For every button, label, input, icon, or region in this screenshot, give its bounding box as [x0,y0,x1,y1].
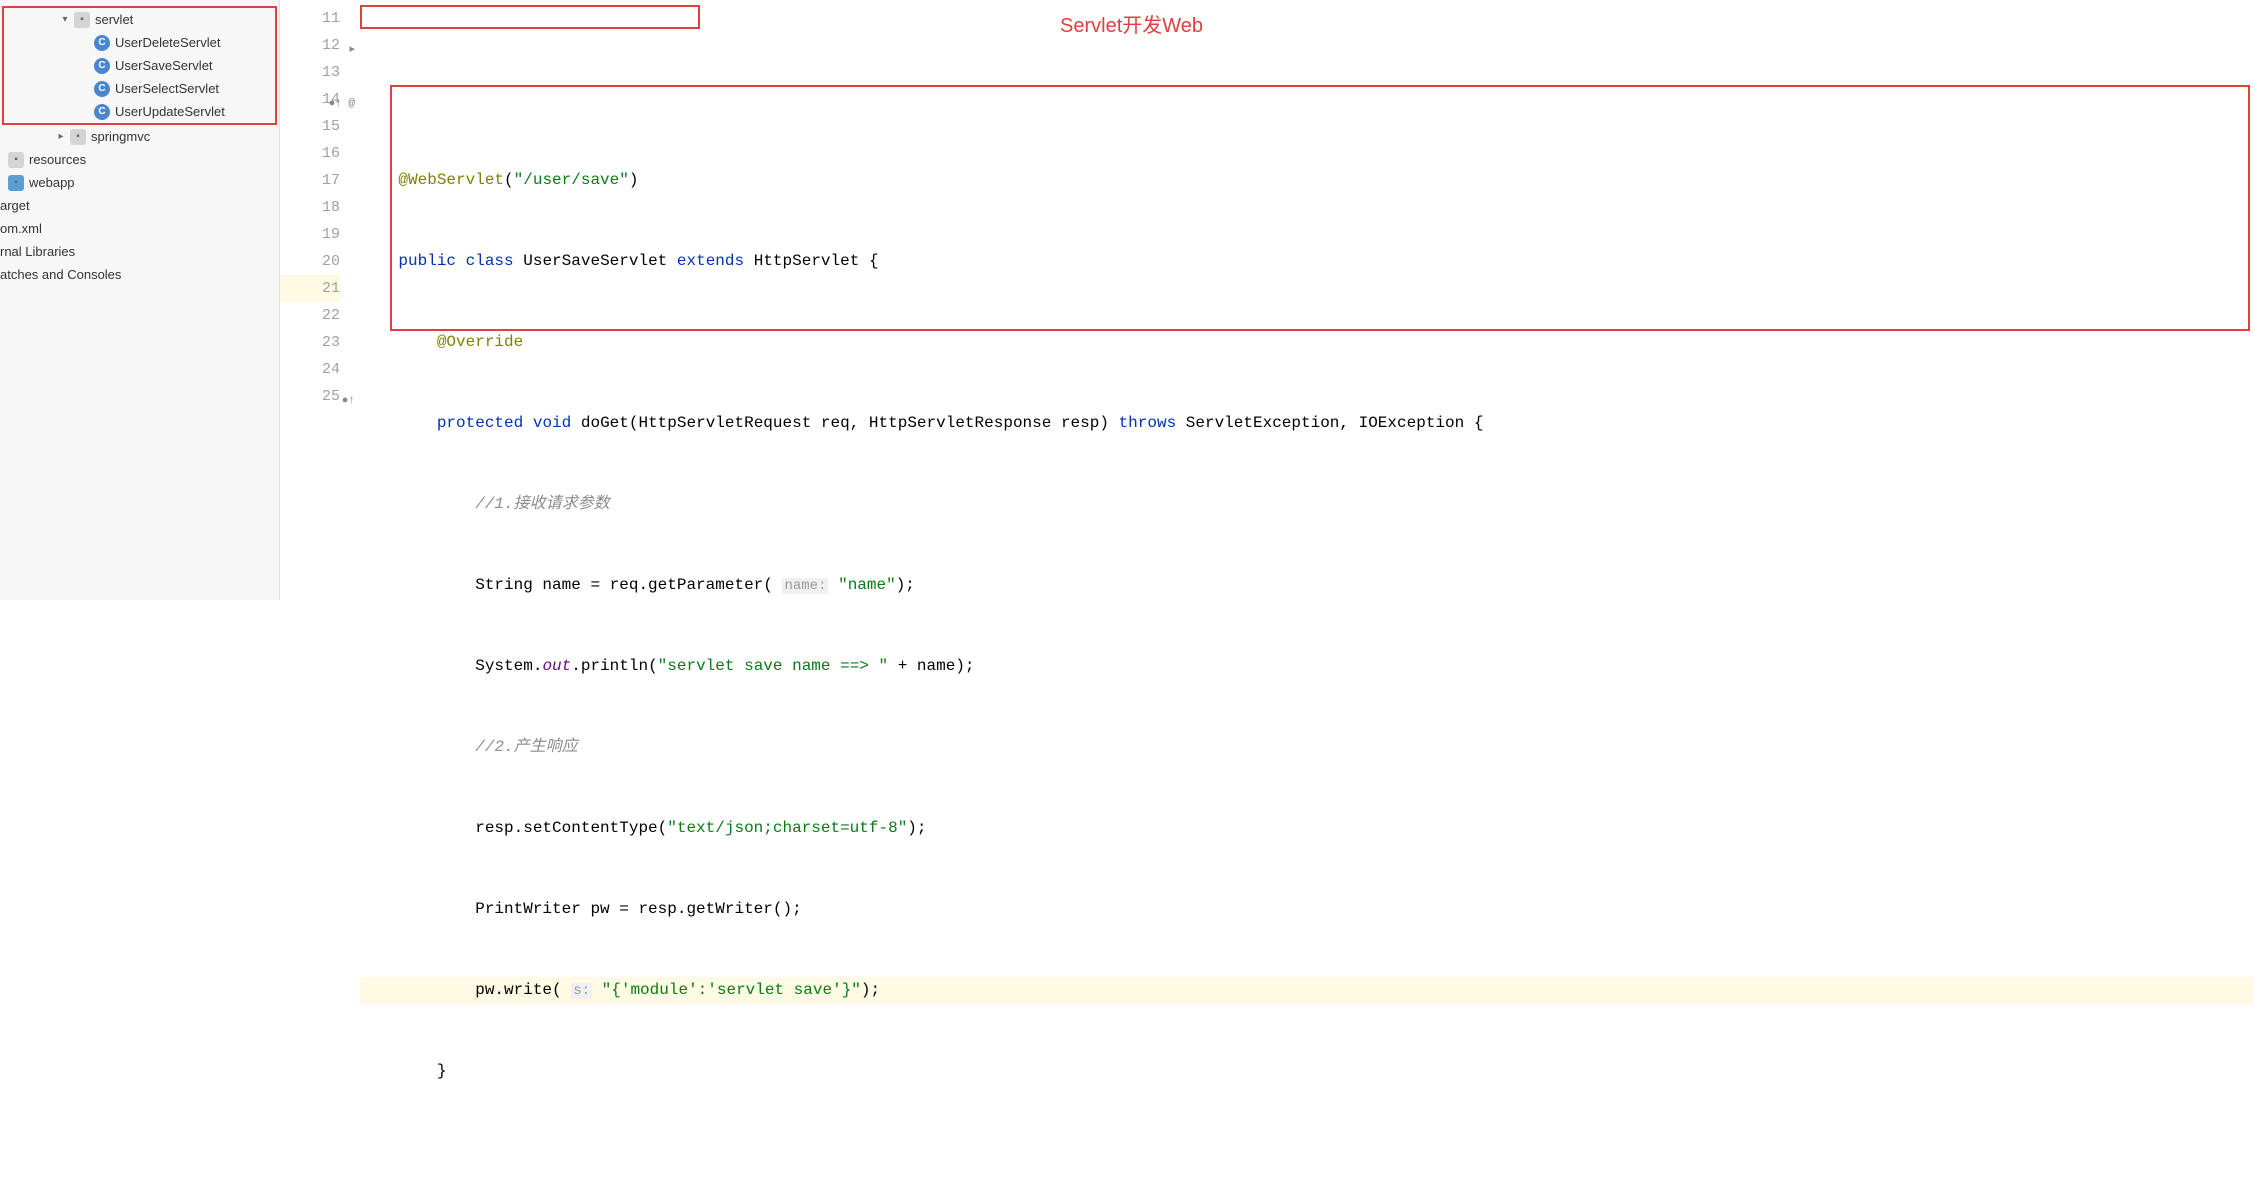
webapp-folder-icon: ▪ [8,175,24,191]
code-line-17: System.out.println("servlet save name ==… [360,653,2254,680]
line-number: 15 [280,113,340,140]
code-line-19: resp.setContentType("text/json;charset=u… [360,815,2254,842]
line-number: 11 [280,5,340,32]
line-number: 17 [280,167,340,194]
tree-file-userselectservlet[interactable]: C UserSelectServlet [4,77,275,100]
java-class-icon: C [94,104,110,120]
java-class-icon: C [94,81,110,97]
tree-folder-resources[interactable]: ▪ resources [0,148,279,171]
line-number: 25●↑ [280,383,340,410]
line-number: 12▸ [280,32,340,59]
annotation-highlight-box-2 [390,85,2250,331]
chevron-right-icon: ▸ [55,131,67,143]
line-number-gutter: 11 12▸ 13 14●↑ @ 15 16 17 18 19 20 21 22… [280,0,360,600]
line-number: 14●↑ @ [280,86,340,113]
line-number: 20 [280,248,340,275]
tree-file-userdeleteservlet[interactable]: C UserDeleteServlet [4,31,275,54]
tree-label: UserSelectServlet [115,81,219,96]
highlighted-tree-group: ▾ ▪ servlet C UserDeleteServlet C UserSa… [2,6,277,125]
code-line-18: //2.产生响应 [360,734,2254,761]
java-class-icon: C [94,58,110,74]
code-line-20: PrintWriter pw = resp.getWriter(); [360,896,2254,923]
code-editor[interactable]: 11 12▸ 13 14●↑ @ 15 16 17 18 19 20 21 22… [280,0,2254,600]
run-gutter-icon[interactable]: ▸ [349,37,355,64]
code-line-15: //1.接收请求参数 [360,491,2254,518]
annotation-text-label: Servlet开发Web [1060,13,1203,40]
line-number: 21 [280,275,340,302]
tree-label: UserSaveServlet [115,58,213,73]
line-number: 24 [280,356,340,383]
tree-file-usersaveservlet[interactable]: C UserSaveServlet [4,54,275,77]
tree-label: om.xml [0,221,42,236]
line-number: 19 [280,221,340,248]
annotation-highlight-box-1 [360,5,700,29]
tree-file-pom[interactable]: om.xml [0,217,279,240]
tree-label: resources [29,152,86,167]
tree-folder-webapp[interactable]: ▪ webapp [0,171,279,194]
code-content[interactable]: Servlet开发Web @WebServlet("/user/save") p… [360,0,2254,600]
folder-icon: ▪ [74,12,90,28]
tree-label: springmvc [91,129,150,144]
resources-folder-icon: ▪ [8,152,24,168]
line-number: 22 [280,302,340,329]
line-number: 18 [280,194,340,221]
code-line-12: public class UserSaveServlet extends Htt… [360,248,2254,275]
tree-file-userupdateservlet[interactable]: C UserUpdateServlet [4,100,275,123]
line-number: 23 [280,329,340,356]
project-tree-sidebar: ▾ ▪ servlet C UserDeleteServlet C UserSa… [0,0,280,600]
code-line-13: @Override [360,329,2254,356]
code-line-21: pw.write( s: "{'module':'servlet save'}"… [360,977,2254,1004]
tree-scratches[interactable]: atches and Consoles [0,263,279,286]
code-line-11: @WebServlet("/user/save") [360,167,2254,194]
override-gutter-icon[interactable]: ●↑ [342,388,355,415]
tree-label: rnal Libraries [0,244,75,259]
code-line-22: } [360,1058,2254,1085]
chevron-down-icon: ▾ [59,14,71,26]
tree-external-libraries[interactable]: rnal Libraries [0,240,279,263]
tree-folder-target[interactable]: arget [0,194,279,217]
code-line-16: String name = req.getParameter( name: "n… [360,572,2254,599]
tree-folder-servlet[interactable]: ▾ ▪ servlet [4,8,275,31]
tree-label: servlet [95,12,133,27]
tree-label: arget [0,198,30,213]
java-class-icon: C [94,35,110,51]
tree-label: UserDeleteServlet [115,35,221,50]
code-line-14: protected void doGet(HttpServletRequest … [360,410,2254,437]
tree-label: UserUpdateServlet [115,104,225,119]
tree-label: atches and Consoles [0,267,121,282]
tree-label: webapp [29,175,75,190]
tree-folder-springmvc[interactable]: ▸ ▪ springmvc [0,125,279,148]
folder-icon: ▪ [70,129,86,145]
code-line-23 [360,1139,2254,1166]
line-number: 13 [280,59,340,86]
line-number: 16 [280,140,340,167]
